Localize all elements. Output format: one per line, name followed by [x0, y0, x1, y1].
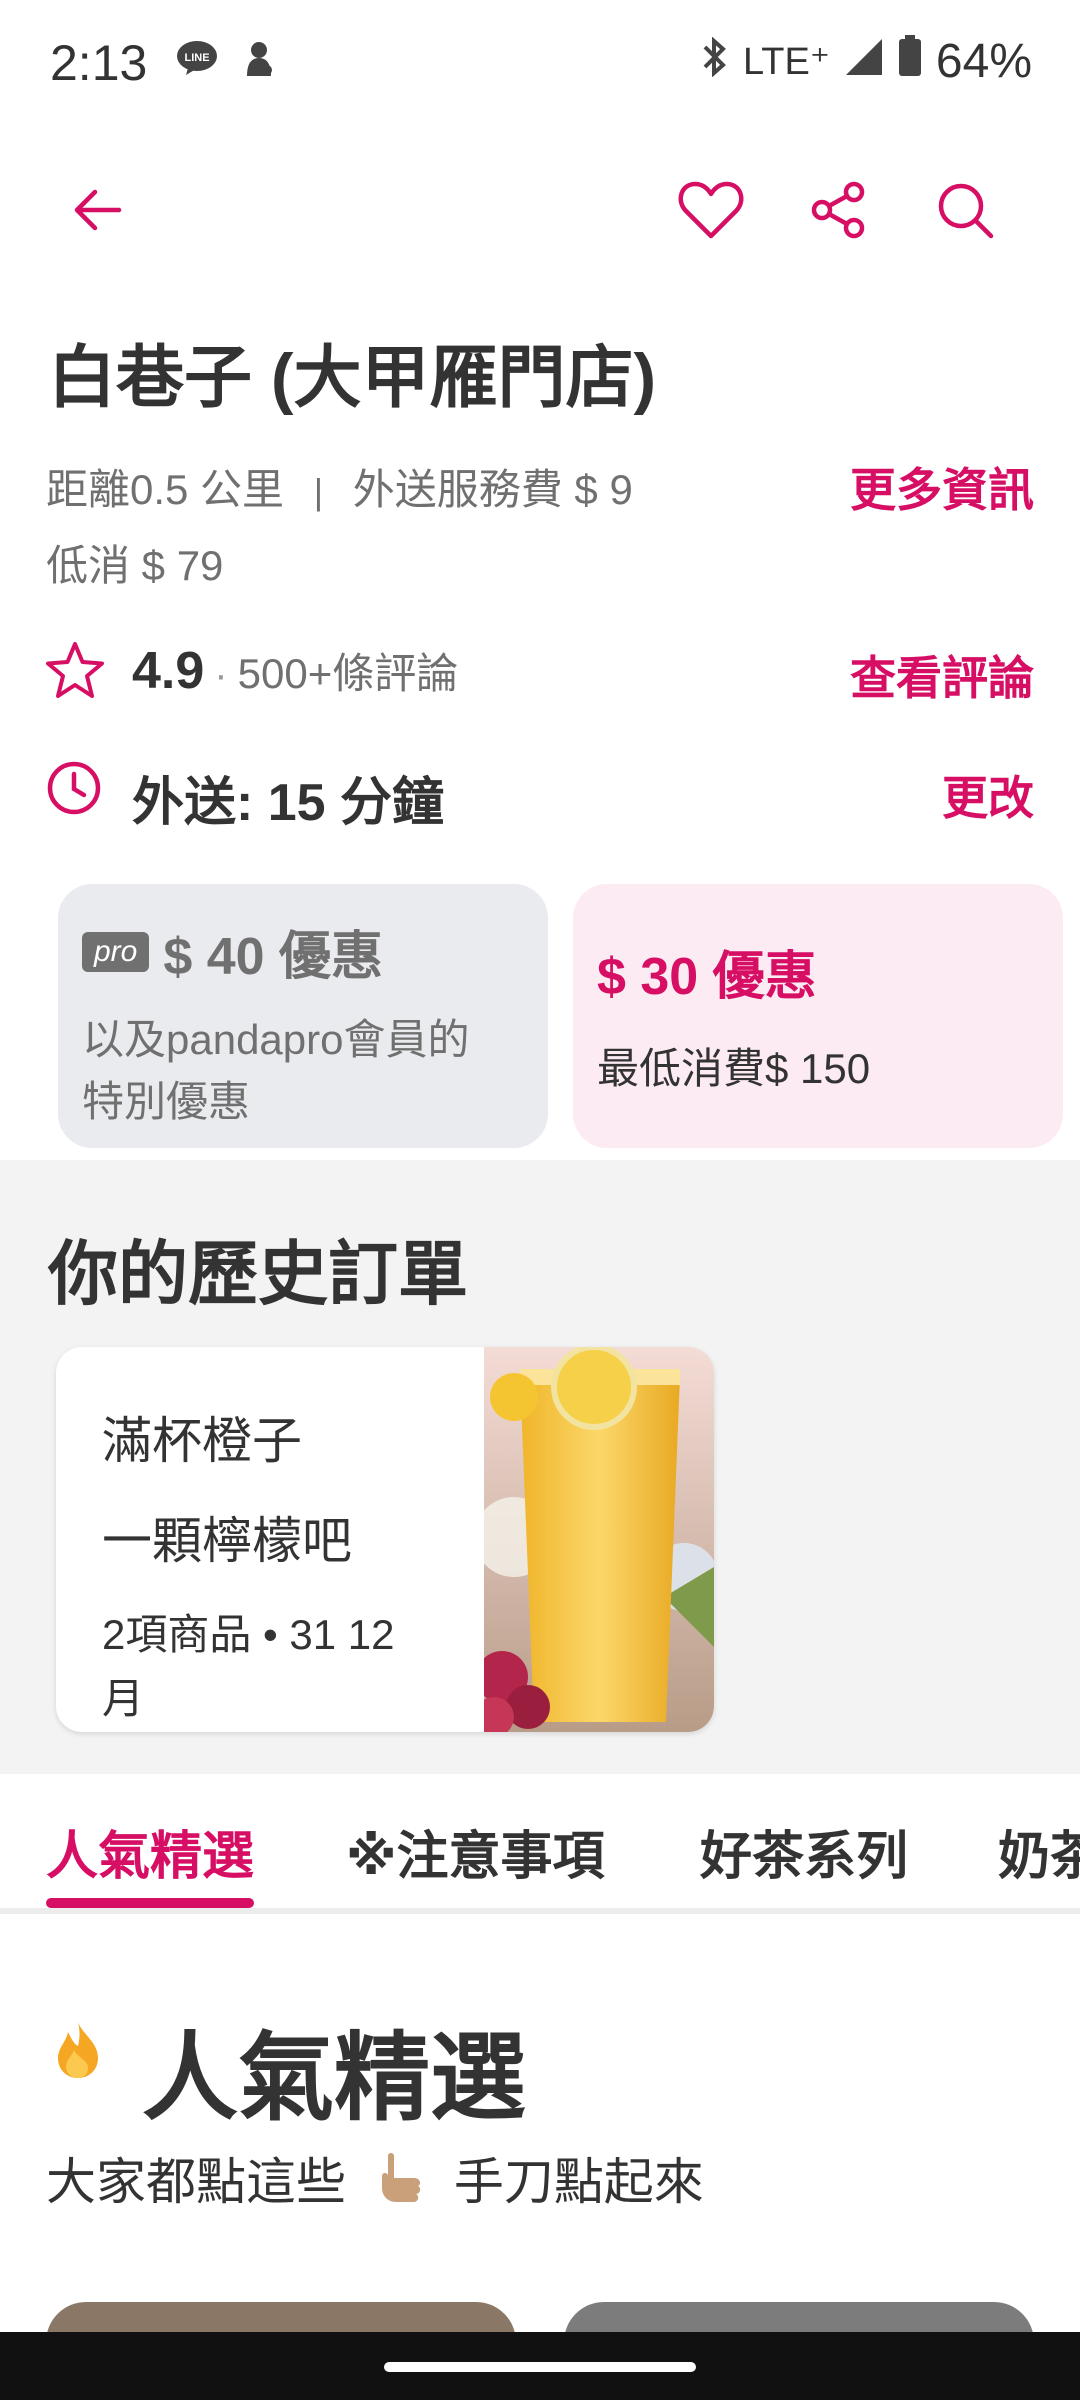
home-indicator[interactable]: [384, 2362, 696, 2372]
battery-level: 64%: [935, 35, 1032, 88]
search-icon: [938, 183, 994, 239]
status-bar: 2:13 LINE LTE⁺ 64%: [0, 0, 1080, 130]
favorite-button[interactable]: [666, 165, 756, 255]
restaurant-name: 白巷子 (大甲雁門店): [48, 340, 657, 416]
view-reviews-link[interactable]: 查看評論: [850, 642, 1034, 708]
discount-promo-desc: 最低消費$ 150: [597, 1045, 871, 1092]
meta-separator: |: [313, 471, 324, 512]
pro-promo-desc: 以及pandapro會員的特別優惠: [82, 1016, 470, 1125]
share-icon: [811, 181, 865, 239]
star-icon: [44, 640, 106, 705]
more-info-link[interactable]: 更多資訊: [850, 454, 1034, 520]
discount-promo-card[interactable]: $ 30 優惠 最低消費$ 150: [573, 884, 1063, 1148]
clock-icon: [46, 760, 102, 821]
change-delivery-link[interactable]: 更改: [942, 762, 1034, 828]
back-arrow-icon: [74, 189, 122, 231]
past-order-card[interactable]: 滿杯橙子 一顆檸檬吧 2項商品 • 31 12 月: [56, 1347, 714, 1732]
distance: 距離0.5 公里: [46, 466, 285, 513]
search-button[interactable]: [920, 165, 1010, 255]
network-type: LTE⁺: [742, 41, 830, 83]
discount-promo-title: $ 30 優惠: [597, 948, 817, 1006]
rating-value: 4.9: [132, 642, 205, 700]
rating-row: 4.9 · 500+條評論: [132, 640, 458, 701]
signal-icon: [844, 34, 884, 89]
svg-text:LINE: LINE: [184, 52, 209, 64]
subtitle-text-a: 大家都點這些: [46, 2154, 346, 2210]
fire-icon: [54, 2020, 102, 2085]
share-button[interactable]: [793, 165, 883, 255]
bluetooth-icon: [699, 34, 729, 89]
pro-promo-card[interactable]: pro $ 40 優惠 以及pandapro會員的特別優惠: [58, 884, 548, 1148]
battery-icon: [898, 34, 922, 89]
pro-promo-title: $ 40 優惠: [163, 928, 384, 986]
heart-icon: [678, 181, 744, 239]
order-drink-image: [484, 1347, 714, 1732]
order-summary: 2項商品 • 31 12 月: [102, 1611, 395, 1722]
delivery-fee: 外送服務費 $ 9: [352, 466, 633, 513]
back-button[interactable]: [52, 165, 142, 255]
pro-promo-header: pro $ 40 優惠: [82, 914, 524, 989]
menu-category-tabs: 人氣精選 ※注意事項 好茶系列 奶茶: [0, 1774, 1080, 1914]
pointing-hand-icon: [374, 2150, 426, 2222]
tab-tea-series[interactable]: 好茶系列: [700, 1814, 908, 1889]
min-order: 低消 $ 79: [46, 542, 224, 589]
restaurant-meta: 距離0.5 公里 | 外送服務費 $ 9: [46, 456, 633, 517]
pro-badge-icon: pro: [82, 931, 150, 972]
order-item-2: 一顆檸檬吧: [102, 1513, 352, 1569]
subtitle-text-b: 手刀點起來: [453, 2154, 704, 2210]
delivery-time: 外送: 15 分鐘: [132, 774, 445, 832]
review-count: 500+條評論: [237, 650, 459, 697]
tab-popular[interactable]: 人氣精選: [46, 1814, 254, 1889]
mascot-icon: [242, 40, 276, 83]
order-history-title: 你的歷史訂單: [48, 1235, 468, 1313]
order-details: 滿杯橙子 一顆檸檬吧 2項商品 • 31 12 月: [102, 1401, 482, 1731]
line-app-icon: LINE: [176, 40, 218, 81]
status-icons: LTE⁺ 64%: [699, 34, 1032, 89]
section-subtitle: 大家都點這些 手刀點起來: [46, 2142, 704, 2222]
active-tab-indicator: [46, 1898, 254, 1908]
status-time: 2:13: [50, 35, 148, 91]
section-title: 人氣精選: [142, 2025, 526, 2132]
tab-notice[interactable]: ※注意事項: [346, 1814, 605, 1889]
rating-dot: ·: [214, 653, 228, 697]
tab-milk-tea[interactable]: 奶茶: [998, 1814, 1080, 1889]
order-item-1: 滿杯橙子: [102, 1413, 302, 1469]
